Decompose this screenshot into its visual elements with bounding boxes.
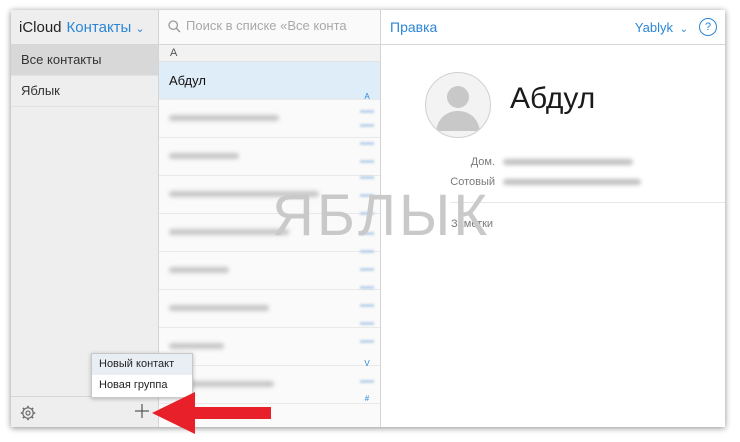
index-letter[interactable]: V — [360, 359, 374, 368]
edit-button[interactable]: Правка — [390, 19, 437, 35]
menu-item-new-contact[interactable]: Новый контакт — [92, 354, 192, 375]
blurred-mobile-phone — [503, 179, 641, 185]
contact-row-selected[interactable]: Абдул — [159, 62, 380, 100]
blurred-contact-name — [169, 343, 224, 349]
contact-row[interactable] — [159, 138, 380, 176]
index-letter[interactable]: # — [360, 394, 374, 403]
blurred-contact-name — [169, 229, 289, 235]
field-label-home: Дом. — [470, 156, 495, 168]
blurred-contact-name — [169, 267, 229, 273]
search-bar — [159, 10, 380, 45]
search-icon — [168, 20, 181, 33]
contact-row[interactable] — [159, 100, 380, 138]
search-input[interactable] — [186, 18, 374, 33]
divider — [451, 202, 725, 203]
contact-row[interactable] — [159, 290, 380, 328]
sidebar-item-yablyk[interactable]: Яблык — [11, 76, 158, 107]
chevron-down-icon: ⌄ — [679, 24, 688, 35]
section-switcher[interactable]: Контакты — [67, 19, 132, 36]
blurred-home-phone — [503, 159, 633, 165]
blurred-contact-name — [169, 115, 279, 121]
contact-row[interactable] — [159, 252, 380, 290]
help-button[interactable]: ? — [699, 18, 717, 36]
watermark: ЯБЛЫК — [272, 183, 491, 248]
sidebar-footer — [11, 396, 158, 427]
blurred-contact-name — [169, 305, 269, 311]
gear-icon[interactable] — [20, 405, 36, 421]
sidebar-item-all-contacts[interactable]: Все контакты — [11, 45, 158, 76]
detail-toolbar: Правка Yablyk ⌄ ? — [381, 10, 725, 45]
section-header: А — [159, 45, 380, 62]
user-menu[interactable]: Yablyk ⌄ — [635, 20, 688, 35]
contact-name: Абдул — [169, 73, 206, 88]
contact-name-heading: Абдул — [510, 82, 596, 115]
plus-icon[interactable] — [134, 403, 150, 419]
index-letter[interactable]: А — [360, 92, 374, 101]
red-arrow-icon — [152, 392, 271, 434]
chevron-down-icon[interactable]: ⌄ — [135, 22, 144, 35]
sidebar-header: iCloud Контакты ⌄ — [11, 10, 158, 45]
user-menu-label: Yablyk — [634, 20, 673, 35]
person-icon — [436, 86, 480, 131]
app-name: iCloud — [19, 18, 62, 36]
blurred-contact-name — [169, 153, 239, 159]
avatar — [425, 72, 491, 138]
